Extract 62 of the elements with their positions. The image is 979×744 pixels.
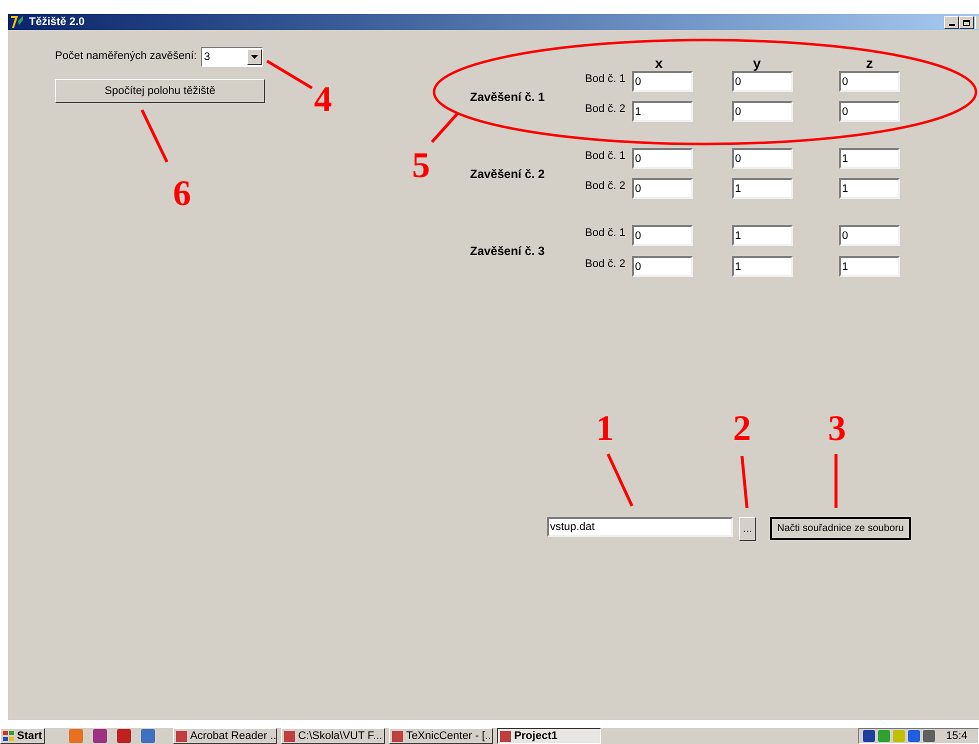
point-label: Bod č. 1 xyxy=(585,226,626,241)
compute-button[interactable]: Spočítej polohu těžiště xyxy=(55,79,265,103)
leader-line xyxy=(140,109,168,163)
taskbar-button[interactable]: C:\Skola\VUT F... xyxy=(281,728,386,744)
coordinate-field[interactable]: 0 xyxy=(732,101,793,122)
coordinate-field[interactable]: 1 xyxy=(839,256,900,277)
coordinate-field[interactable]: 0 xyxy=(839,225,900,246)
callout-number: 4 xyxy=(314,81,332,117)
coordinate-field[interactable]: 0 xyxy=(732,71,793,92)
point-label: Bod č. 2 xyxy=(585,257,626,272)
file-path-field[interactable]: vstup.dat xyxy=(547,517,733,537)
coordinate-field[interactable]: 0 xyxy=(632,148,693,169)
coordinate-field[interactable]: 0 xyxy=(732,148,793,169)
load-file-button[interactable]: Načti souřadnice ze souboru xyxy=(770,517,911,540)
coordinate-field[interactable]: 0 xyxy=(632,256,693,277)
callout-number: 6 xyxy=(173,175,191,211)
taskbar-button[interactable]: TeXnicCenter - [... xyxy=(389,728,494,744)
coordinate-field[interactable]: 1 xyxy=(632,101,693,122)
point-label: Bod č. 2 xyxy=(585,179,626,194)
coordinate-field[interactable]: 1 xyxy=(732,178,793,199)
callout-number: 5 xyxy=(412,147,430,183)
column-header: z xyxy=(866,56,873,70)
point-label: Bod č. 1 xyxy=(585,149,626,164)
taskbar-button[interactable]: Acrobat Reader ... xyxy=(173,728,278,744)
browse-button[interactable]: ... xyxy=(739,517,756,541)
leader-line xyxy=(834,454,838,508)
windows-logo-icon xyxy=(3,730,15,742)
tray-icon[interactable] xyxy=(878,730,890,742)
leader-line xyxy=(266,60,313,90)
leader-line xyxy=(606,453,634,507)
group-label: Zavěšení č. 1 xyxy=(470,89,545,106)
start-button[interactable]: Start xyxy=(0,728,46,744)
restore-button[interactable] xyxy=(959,16,974,29)
coordinate-field[interactable]: 0 xyxy=(632,225,693,246)
coordinate-field[interactable]: 1 xyxy=(732,225,793,246)
tray-icon[interactable] xyxy=(863,730,875,742)
tray-icon[interactable] xyxy=(908,730,920,742)
window-title: Těžiště 2.0 xyxy=(29,14,85,30)
coordinate-field[interactable]: 0 xyxy=(632,71,693,92)
callout-number: 1 xyxy=(596,410,614,446)
callout-number: 2 xyxy=(733,410,751,446)
group-label: Zavěšení č. 2 xyxy=(470,166,545,183)
column-header: x xyxy=(655,56,663,70)
column-header: y xyxy=(753,56,761,70)
count-dropdown[interactable]: 3 xyxy=(201,47,263,67)
coordinate-field[interactable]: 1 xyxy=(732,256,793,277)
group-label: Zavěšení č. 3 xyxy=(470,243,545,260)
leader-line xyxy=(740,456,748,508)
leader-line xyxy=(430,112,460,143)
coordinate-field[interactable]: 0 xyxy=(632,178,693,199)
callout-number: 3 xyxy=(828,410,846,446)
count-label: Počet naměřených zavěšení: xyxy=(55,49,197,64)
point-label: Bod č. 1 xyxy=(585,72,626,87)
taskbar-button[interactable]: Project1 xyxy=(497,728,602,744)
point-label: Bod č. 2 xyxy=(585,102,626,117)
coordinate-field[interactable]: 1 xyxy=(839,178,900,199)
tray-icon[interactable] xyxy=(923,730,935,742)
coordinate-field[interactable]: 0 xyxy=(839,101,900,122)
coordinate-field[interactable]: 0 xyxy=(839,71,900,92)
minimize-button[interactable] xyxy=(944,16,959,29)
coordinate-field[interactable]: 1 xyxy=(839,148,900,169)
clock: 15:4 xyxy=(946,728,968,744)
